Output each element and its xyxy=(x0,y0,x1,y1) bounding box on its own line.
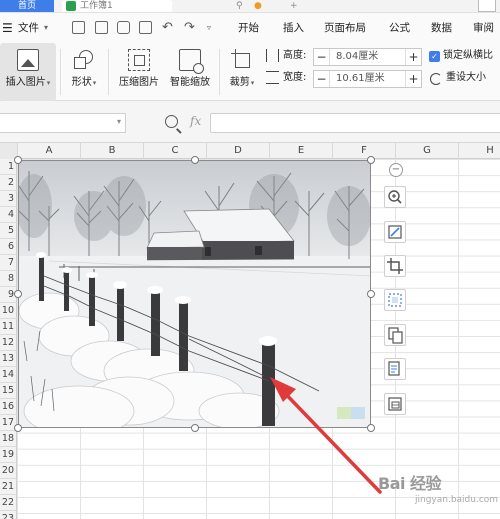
annotation-arrow xyxy=(270,377,382,494)
baidu-watermark-url: jingyan.baidu.com xyxy=(415,495,499,505)
arrow-shaft xyxy=(276,384,382,494)
baidu-watermark: Bai 经验 xyxy=(378,474,442,493)
